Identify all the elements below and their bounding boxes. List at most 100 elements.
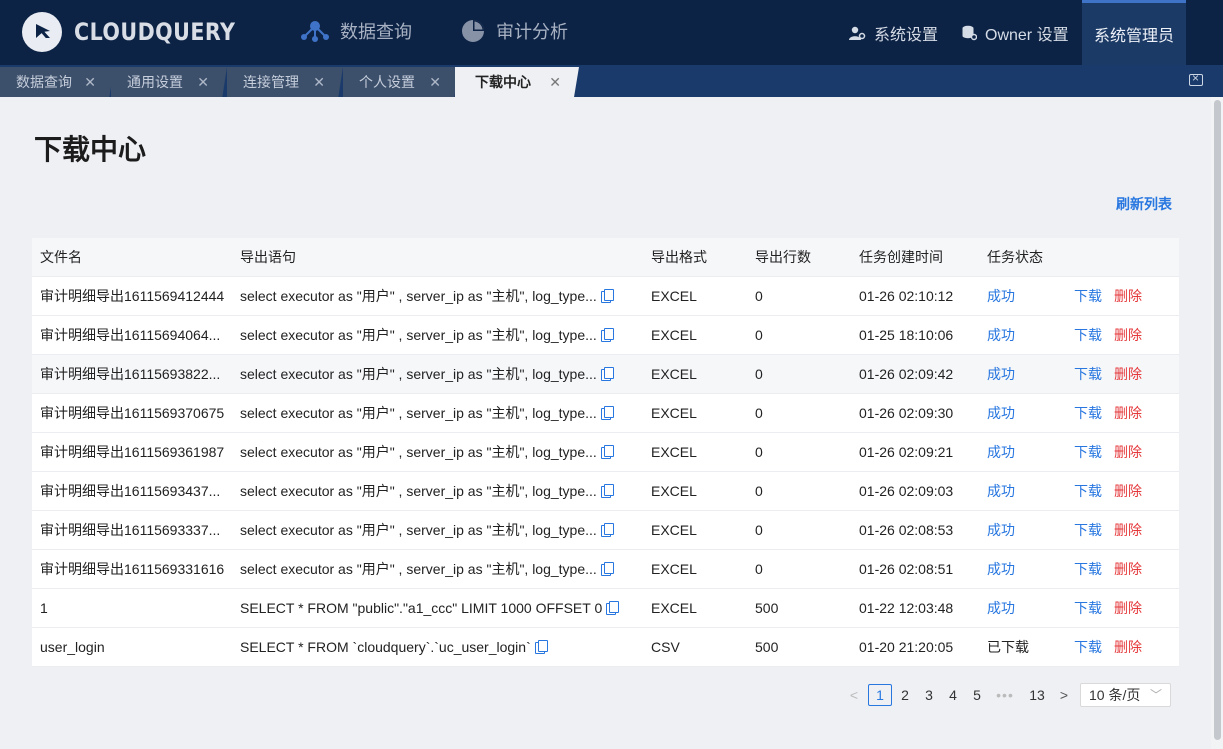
nav-system-settings-label: 系统设置: [874, 26, 939, 44]
close-icon[interactable]: ✕: [84, 74, 96, 91]
network-icon: [301, 21, 329, 42]
copy-icon[interactable]: [600, 289, 614, 303]
task-status[interactable]: 成功: [987, 472, 1015, 511]
page-4-button[interactable]: 4: [943, 684, 963, 706]
task-created-time: 01-26 02:10:12: [859, 288, 954, 304]
download-button[interactable]: 下载: [1074, 561, 1102, 577]
task-created-time: 01-26 02:09:03: [859, 483, 954, 499]
page-last-button[interactable]: 13: [1025, 684, 1049, 706]
delete-button[interactable]: 删除: [1114, 366, 1142, 382]
close-icon[interactable]: ✕: [429, 74, 441, 91]
table-row: 审计明细导出1611569412444 select executor as "用…: [32, 277, 1179, 316]
table-row: 审计明细导出1611569361987 select executor as "用…: [32, 433, 1179, 472]
download-button[interactable]: 下载: [1074, 405, 1102, 421]
download-button[interactable]: 下载: [1074, 639, 1102, 655]
task-status[interactable]: 成功: [987, 394, 1015, 433]
delete-button[interactable]: 删除: [1114, 600, 1142, 616]
copy-icon[interactable]: [600, 328, 614, 342]
close-icon[interactable]: ✕: [197, 74, 209, 91]
tab-download-center[interactable]: 下载中心 ✕: [455, 67, 579, 97]
logo[interactable]: CLOUDQUERY: [22, 12, 262, 52]
export-sql: select executor as "用户" , server_ip as "…: [240, 277, 640, 316]
download-button[interactable]: 下载: [1074, 288, 1102, 304]
nav-owner-settings[interactable]: Owner 设置: [961, 0, 1069, 65]
chevron-down-icon: ﹀: [1149, 688, 1162, 702]
tab-personal-settings[interactable]: 个人设置 ✕: [343, 67, 459, 97]
export-format: EXCEL: [651, 288, 697, 304]
task-created-time: 01-26 02:09:21: [859, 444, 954, 460]
nav-system-settings[interactable]: 系统设置: [848, 0, 938, 65]
page-1-button[interactable]: 1: [868, 684, 892, 706]
page-3-button[interactable]: 3: [919, 684, 939, 706]
row-actions: 下载 删除: [1074, 589, 1142, 628]
task-status[interactable]: 成功: [987, 433, 1015, 472]
download-button[interactable]: 下载: [1074, 483, 1102, 499]
nav-admin-user[interactable]: 系统管理员: [1082, 0, 1186, 65]
column-header: 导出行数: [755, 249, 811, 265]
task-status: 已下载: [987, 639, 1029, 655]
task-created-time: 01-26 02:09:30: [859, 405, 954, 421]
brand-name: CLOUDQUERY: [74, 18, 236, 46]
close-icon[interactable]: ✕: [313, 74, 325, 91]
export-format: EXCEL: [651, 561, 697, 577]
copy-icon[interactable]: [600, 406, 614, 420]
database-gear-icon: [962, 25, 977, 40]
delete-button[interactable]: 删除: [1114, 561, 1142, 577]
download-button[interactable]: 下载: [1074, 327, 1102, 343]
export-format: EXCEL: [651, 483, 697, 499]
task-status[interactable]: 成功: [987, 355, 1015, 394]
download-button[interactable]: 下载: [1074, 366, 1102, 382]
copy-icon[interactable]: [534, 640, 548, 654]
task-status[interactable]: 成功: [987, 550, 1015, 589]
delete-button[interactable]: 删除: [1114, 444, 1142, 460]
tab-label: 下载中心: [475, 74, 531, 90]
prev-page-button[interactable]: <: [846, 684, 862, 706]
refresh-list-button[interactable]: 刷新列表: [1116, 194, 1172, 214]
next-page-button[interactable]: >: [1056, 684, 1072, 706]
row-actions: 下载 删除: [1074, 628, 1142, 667]
nav-data-query[interactable]: 数据查询: [300, 18, 412, 44]
export-format: CSV: [651, 639, 680, 655]
delete-button[interactable]: 删除: [1114, 522, 1142, 538]
copy-icon[interactable]: [600, 523, 614, 537]
page-5-button[interactable]: 5: [967, 684, 987, 706]
page-size-value: 10 条/页: [1089, 687, 1141, 703]
tab-connection-management[interactable]: 连接管理 ✕: [227, 67, 343, 97]
table-row: user_login SELECT * FROM `cloudquery`.`uc…: [32, 628, 1179, 667]
delete-button[interactable]: 删除: [1114, 288, 1142, 304]
copy-icon[interactable]: [600, 562, 614, 576]
copy-icon[interactable]: [600, 484, 614, 498]
delete-button[interactable]: 删除: [1114, 483, 1142, 499]
task-created-time: 01-26 02:08:53: [859, 522, 954, 538]
download-button[interactable]: 下载: [1074, 522, 1102, 538]
download-button[interactable]: 下载: [1074, 444, 1102, 460]
page-size-select[interactable]: 10 条/页 ﹀: [1080, 683, 1171, 707]
task-status[interactable]: 成功: [987, 316, 1015, 355]
delete-button[interactable]: 删除: [1114, 327, 1142, 343]
delete-button[interactable]: 删除: [1114, 405, 1142, 421]
copy-icon[interactable]: [600, 445, 614, 459]
download-button[interactable]: 下载: [1074, 600, 1102, 616]
nav-audit-analysis[interactable]: 审计分析: [460, 18, 568, 44]
tab-data-query[interactable]: 数据查询 ✕: [0, 67, 114, 97]
close-icon[interactable]: ✕: [549, 74, 561, 91]
export-format: EXCEL: [651, 522, 697, 538]
export-sql-text: select executor as "用户" , server_ip as "…: [240, 288, 597, 304]
tab-label: 连接管理: [243, 74, 299, 90]
close-all-tabs-icon[interactable]: [1189, 71, 1203, 86]
row-actions: 下载 删除: [1074, 277, 1142, 316]
task-status[interactable]: 成功: [987, 589, 1015, 628]
page-ellipsis[interactable]: •••: [994, 684, 1016, 706]
scrollbar-thumb[interactable]: [1214, 100, 1221, 740]
task-status[interactable]: 成功: [987, 511, 1015, 550]
tab-general-settings[interactable]: 通用设置 ✕: [111, 67, 227, 97]
copy-icon[interactable]: [606, 601, 620, 615]
task-status[interactable]: 成功: [987, 277, 1015, 316]
page-2-button[interactable]: 2: [895, 684, 915, 706]
export-sql: select executor as "用户" , server_ip as "…: [240, 511, 640, 550]
delete-button[interactable]: 删除: [1114, 639, 1142, 655]
export-format: EXCEL: [651, 327, 697, 343]
row-actions: 下载 删除: [1074, 316, 1142, 355]
copy-icon[interactable]: [600, 367, 614, 381]
export-format: EXCEL: [651, 444, 697, 460]
